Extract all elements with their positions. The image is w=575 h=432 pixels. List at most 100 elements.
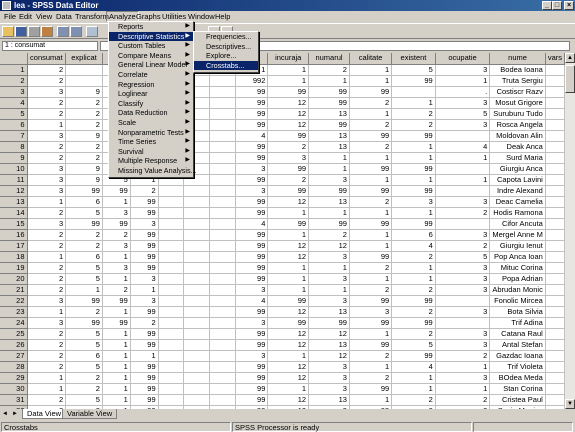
data-cell[interactable]: . xyxy=(435,86,491,98)
row-header[interactable]: 18 xyxy=(0,251,28,263)
menu-file[interactable]: File xyxy=(2,11,18,22)
row-header[interactable]: 9 xyxy=(0,152,28,164)
row-header[interactable]: 3 xyxy=(0,86,28,98)
column-header[interactable]: calitate xyxy=(349,53,393,65)
data-cell[interactable] xyxy=(65,75,103,87)
data-cell[interactable] xyxy=(183,273,211,285)
data-cell[interactable]: 12 xyxy=(267,361,310,373)
data-cell[interactable] xyxy=(545,196,565,208)
data-cell[interactable]: 3 xyxy=(102,207,131,219)
data-cell[interactable]: 1 xyxy=(130,350,159,362)
data-cell[interactable]: 99 xyxy=(65,185,103,197)
data-cell[interactable]: 1 xyxy=(391,273,436,285)
data-cell[interactable]: 3 xyxy=(235,163,269,175)
data-cell[interactable] xyxy=(183,350,211,362)
data-cell[interactable]: 99 xyxy=(130,372,159,384)
data-cell[interactable] xyxy=(435,317,491,329)
data-cell[interactable]: 2 xyxy=(435,207,491,219)
descriptive-submenu-item[interactable]: Descriptives... xyxy=(194,42,258,52)
data-cell[interactable] xyxy=(435,130,491,142)
data-cell[interactable]: 99 xyxy=(130,394,159,406)
data-cell[interactable]: 2 xyxy=(27,64,67,76)
row-header[interactable]: 17 xyxy=(0,240,28,252)
row-header[interactable]: 10 xyxy=(0,163,28,175)
data-cell[interactable]: 2 xyxy=(391,284,436,296)
data-cell[interactable] xyxy=(158,284,185,296)
data-cell[interactable]: 1 xyxy=(102,383,131,395)
data-cell[interactable]: 12 xyxy=(267,372,310,384)
data-cell[interactable]: 992 xyxy=(235,75,269,87)
data-cell[interactable] xyxy=(209,185,236,197)
data-cell[interactable] xyxy=(545,306,565,318)
data-cell[interactable]: Costiscr Razv xyxy=(489,86,546,98)
data-cell[interactable] xyxy=(545,251,565,263)
data-cell[interactable]: 1 xyxy=(349,328,393,340)
data-cell[interactable]: 12 xyxy=(308,328,350,340)
data-cell[interactable]: 99 xyxy=(130,328,159,340)
data-cell[interactable]: 1 xyxy=(349,207,393,219)
data-cell[interactable] xyxy=(183,328,211,340)
data-cell[interactable]: 2 xyxy=(27,262,67,274)
grid-corner[interactable] xyxy=(0,53,28,65)
data-cell[interactable] xyxy=(158,372,185,384)
data-cell[interactable]: Bodea Ioana xyxy=(489,64,546,76)
data-cell[interactable]: 2 xyxy=(27,75,67,87)
data-cell[interactable]: 5 xyxy=(65,273,103,285)
data-cell[interactable]: 2 xyxy=(391,119,436,131)
data-cell[interactable]: 99 xyxy=(391,163,436,175)
data-cell[interactable]: 3 xyxy=(27,317,67,329)
data-cell[interactable] xyxy=(209,262,236,274)
data-cell[interactable]: 3 xyxy=(27,185,67,197)
data-cell[interactable]: 1 xyxy=(349,152,393,164)
analyze-menu-item[interactable]: Descriptive Statistics ▶ xyxy=(109,31,193,42)
data-cell[interactable]: 1 xyxy=(102,251,131,263)
data-cell[interactable] xyxy=(158,218,185,230)
data-cell[interactable]: 2 xyxy=(391,394,436,406)
data-cell[interactable] xyxy=(209,251,236,263)
data-cell[interactable] xyxy=(545,207,565,219)
data-cell[interactable]: 1 xyxy=(349,174,393,186)
data-cell[interactable] xyxy=(209,207,236,219)
data-cell[interactable]: 99 xyxy=(235,328,269,340)
data-cell[interactable]: 99 xyxy=(267,86,310,98)
data-cell[interactable]: 1 xyxy=(267,350,310,362)
data-cell[interactable]: 12 xyxy=(308,240,350,252)
data-cell[interactable]: Stan Corina xyxy=(489,383,546,395)
data-cell[interactable]: 9 xyxy=(65,130,103,142)
data-cell[interactable]: 1 xyxy=(27,372,67,384)
data-cell[interactable]: 3 xyxy=(435,64,491,76)
data-cell[interactable] xyxy=(183,229,211,241)
menu-view[interactable]: View xyxy=(34,11,54,22)
goto-chart-icon[interactable] xyxy=(86,26,98,37)
data-cell[interactable] xyxy=(183,218,211,230)
data-cell[interactable] xyxy=(158,317,185,329)
data-cell[interactable]: 1 xyxy=(267,273,310,285)
save-icon[interactable] xyxy=(15,26,27,37)
data-cell[interactable]: 99 xyxy=(235,229,269,241)
data-cell[interactable]: 99 xyxy=(235,152,269,164)
data-cell[interactable]: 99 xyxy=(102,218,131,230)
data-cell[interactable]: 12 xyxy=(267,196,310,208)
data-cell[interactable]: 99 xyxy=(235,251,269,263)
data-cell[interactable]: 5 xyxy=(65,339,103,351)
data-cell[interactable] xyxy=(545,262,565,274)
data-cell[interactable]: 99 xyxy=(65,295,103,307)
data-cell[interactable]: 99 xyxy=(267,317,310,329)
data-cell[interactable]: 12 xyxy=(267,328,310,340)
data-cell[interactable]: 99 xyxy=(130,361,159,373)
data-cell[interactable] xyxy=(209,229,236,241)
data-cell[interactable]: 99 xyxy=(391,295,436,307)
data-cell[interactable] xyxy=(183,207,211,219)
data-cell[interactable]: 99 xyxy=(308,97,350,109)
data-cell[interactable]: 99 xyxy=(235,207,269,219)
data-cell[interactable]: 99 xyxy=(130,251,159,263)
data-cell[interactable]: Bota Silvia xyxy=(489,306,546,318)
data-cell[interactable]: 99 xyxy=(349,86,393,98)
data-cell[interactable]: 1 xyxy=(102,394,131,406)
data-cell[interactable]: 99 xyxy=(235,119,269,131)
data-cell[interactable]: 12 xyxy=(267,251,310,263)
data-cell[interactable]: 3 xyxy=(27,86,67,98)
data-cell[interactable]: 2 xyxy=(349,119,393,131)
data-cell[interactable] xyxy=(545,185,565,197)
data-cell[interactable] xyxy=(158,339,185,351)
